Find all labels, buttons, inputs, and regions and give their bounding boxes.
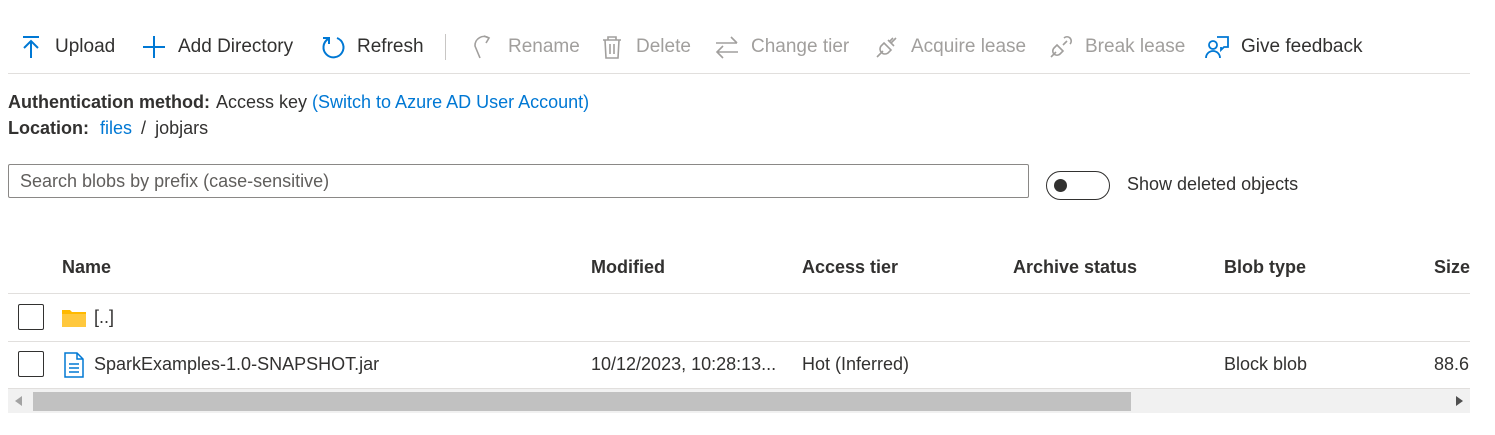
breadcrumb-current: jobjars	[155, 118, 209, 138]
horizontal-scrollbar[interactable]	[8, 389, 1470, 413]
toolbar-divider	[445, 34, 446, 60]
column-header-access-tier[interactable]: Access tier	[802, 257, 898, 278]
refresh-label: Refresh	[357, 36, 424, 57]
column-header-archive-status[interactable]: Archive status	[1013, 257, 1137, 278]
break-lease-label: Break lease	[1085, 36, 1186, 57]
scrollbar-thumb[interactable]	[33, 392, 1131, 411]
show-deleted-label: Show deleted objects	[1127, 174, 1299, 194]
delete-button[interactable]: Delete	[599, 22, 691, 72]
auth-method-value: Access key	[215, 92, 308, 112]
upload-label: Upload	[55, 36, 116, 57]
add-directory-button[interactable]: Add Directory	[141, 22, 293, 72]
switch-auth-link[interactable]: (Switch to Azure AD User Account)	[312, 92, 589, 112]
rename-label: Rename	[508, 36, 580, 57]
auth-method-line: Authentication method: Access key (Switch…	[8, 92, 589, 113]
row-checkbox[interactable]	[18, 304, 44, 330]
row-name[interactable]: SparkExamples-1.0-SNAPSHOT.jar	[94, 354, 379, 375]
swap-arrows-icon	[714, 34, 740, 60]
column-header-blob-type[interactable]: Blob type	[1224, 257, 1306, 278]
upload-button[interactable]: Upload	[18, 22, 115, 72]
row-blob-type: Block blob	[1224, 354, 1308, 374]
row-access-tier: Hot (Inferred)	[802, 354, 910, 374]
command-bar: Upload Add Directory Refresh Rename Dele…	[8, 22, 1470, 72]
column-header-row: Name Modified Access tier Archive status…	[8, 244, 1470, 294]
breadcrumb-files-link[interactable]: files	[100, 118, 132, 138]
toolbar-divider-line	[8, 73, 1470, 74]
column-header-size[interactable]: Size	[1434, 257, 1470, 278]
scroll-left-arrow-icon[interactable]	[8, 389, 30, 413]
breadcrumb-separator: /	[141, 118, 147, 138]
feedback-icon	[1204, 34, 1230, 60]
change-tier-label: Change tier	[751, 36, 850, 57]
break-lease-button[interactable]: Break lease	[1048, 22, 1185, 72]
add-directory-label: Add Directory	[178, 36, 294, 57]
location-label: Location:	[8, 118, 89, 138]
plug-icon	[874, 34, 900, 60]
acquire-lease-button[interactable]: Acquire lease	[874, 22, 1026, 72]
give-feedback-label: Give feedback	[1241, 36, 1363, 57]
rename-icon	[471, 34, 497, 60]
row-name[interactable]: [..]	[94, 307, 114, 328]
rename-button[interactable]: Rename	[471, 22, 580, 72]
upload-icon	[18, 34, 44, 60]
search-input[interactable]	[9, 165, 1028, 197]
auth-method-label: Authentication method:	[8, 92, 210, 112]
refresh-button[interactable]: Refresh	[320, 22, 424, 72]
row-modified: 10/12/2023, 10:28:13...	[591, 354, 777, 374]
location-breadcrumb: Location: files / jobjars	[8, 118, 208, 139]
delete-label: Delete	[636, 36, 691, 57]
table-row[interactable]: SparkExamples-1.0-SNAPSHOT.jar 10/12/202…	[8, 341, 1470, 389]
give-feedback-button[interactable]: Give feedback	[1204, 22, 1362, 72]
acquire-lease-label: Acquire lease	[911, 36, 1027, 57]
show-deleted-toggle[interactable]	[1046, 171, 1110, 200]
row-checkbox[interactable]	[18, 351, 44, 377]
refresh-icon	[320, 34, 346, 60]
search-box	[8, 164, 1029, 198]
plus-icon	[141, 34, 167, 60]
broken-plug-icon	[1048, 34, 1074, 60]
table-row[interactable]: [..]	[8, 294, 1470, 342]
column-header-name[interactable]: Name	[62, 257, 111, 278]
trash-icon	[599, 34, 625, 60]
change-tier-button[interactable]: Change tier	[714, 22, 849, 72]
toggle-knob	[1054, 179, 1067, 192]
row-size: 88.6	[1434, 354, 1470, 374]
column-header-modified[interactable]: Modified	[591, 257, 665, 278]
scroll-right-arrow-icon[interactable]	[1448, 389, 1470, 413]
folder-icon	[61, 305, 87, 331]
file-icon	[61, 352, 87, 378]
